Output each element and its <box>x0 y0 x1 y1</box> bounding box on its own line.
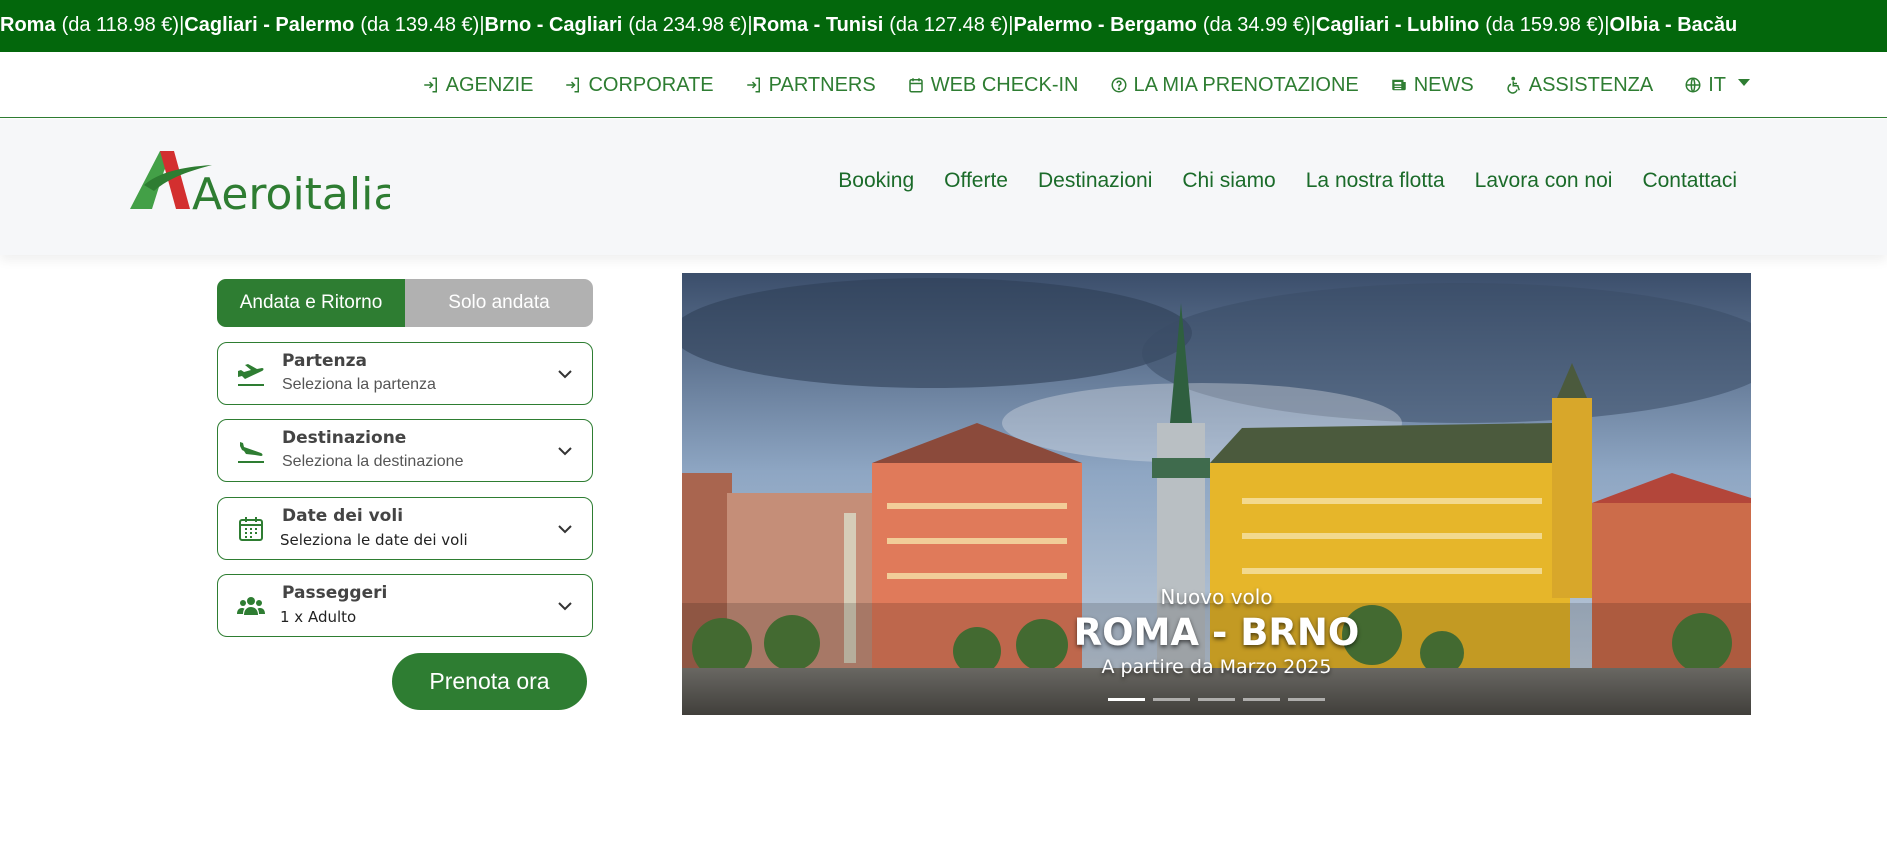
ticker-price: (da 127.48 €) <box>889 14 1009 36</box>
ticker-price: (da 34.99 €) <box>1202 14 1311 36</box>
ticker-route: Cagliari - Lublino <box>1315 14 1480 36</box>
ticker-item[interactable]: Cagliari - Palermo (da 139.48 €) <box>184 0 479 50</box>
carousel-dot[interactable] <box>1198 698 1235 701</box>
newspaper-icon <box>1391 79 1406 91</box>
language-selector[interactable]: IT <box>1684 74 1750 97</box>
topnav-partners[interactable]: PARTNERS <box>745 74 876 97</box>
ticker-item[interactable]: Palermo - Bergamo (da 34.99 €) <box>1013 0 1310 50</box>
trip-oneway-button[interactable]: Solo andata <box>405 279 593 327</box>
nav-contattaci[interactable]: Contattaci <box>1642 169 1737 193</box>
ticker-price: (da 159.98 €) <box>1485 14 1605 36</box>
passengers-label: Passeggeri <box>282 583 388 603</box>
topnav-agenzie[interactable]: AGENZIE <box>422 73 534 97</box>
destination-select[interactable]: Destinazione Seleziona la destinazione <box>217 419 593 482</box>
aeroitalia-logo[interactable]: Aeroitalia <box>130 147 400 220</box>
book-now-button[interactable]: Prenota ora <box>392 653 587 710</box>
topnav-my-booking[interactable]: LA MIA PRENOTAZIONE <box>1110 74 1359 97</box>
trip-round-button[interactable]: Andata e Ritorno <box>217 279 405 327</box>
ticker-item[interactable]: Roma (da 118.98 €) <box>0 0 179 50</box>
nav-offerte[interactable]: Offerte <box>944 169 1008 193</box>
nav-flotta[interactable]: La nostra flotta <box>1306 169 1445 193</box>
chevron-down-icon <box>558 370 572 379</box>
site-header: Aeroitalia Booking Offerte Destinazioni … <box>0 119 1887 255</box>
login-icon <box>423 77 437 93</box>
ticker-item[interactable]: Roma - Tunisi (da 127.48 €) <box>753 0 1009 50</box>
ticker-route: Cagliari - Palermo <box>184 14 355 36</box>
topnav-news[interactable]: NEWS <box>1390 74 1474 97</box>
ticker-route: Roma - Tunisi <box>752 14 884 36</box>
ticker-item[interactable]: Olbia - Bacău <box>1609 0 1737 50</box>
destination-label: Destinazione <box>282 428 407 448</box>
dates-value: Seleziona le date dei voli <box>280 531 468 549</box>
login-icon <box>566 77 580 93</box>
carousel-dot[interactable] <box>1243 698 1280 701</box>
topnav-web-checkin[interactable]: WEB CHECK-IN <box>907 74 1079 97</box>
hero-date: A partire da Marzo 2025 <box>1101 656 1332 678</box>
carousel-dot[interactable] <box>1108 698 1145 701</box>
departure-value: Seleziona la partenza <box>282 376 436 393</box>
ticker-price: (da 118.98 €) <box>61 14 180 36</box>
topnav-corporate-label: CORPORATE <box>588 73 714 96</box>
users-icon <box>237 597 265 615</box>
passengers-value: 1 x Adulto <box>280 608 357 626</box>
departure-label: Partenza <box>282 351 367 371</box>
hero-title: ROMA - BRNO <box>1073 611 1360 654</box>
chevron-down-icon <box>558 602 572 611</box>
topnav-news-label: NEWS <box>1413 73 1474 96</box>
caret-down-icon <box>1738 78 1750 86</box>
ticker-route: Palermo - Bergamo <box>1013 14 1197 36</box>
topnav-web-checkin-label: WEB CHECK-IN <box>930 73 1079 96</box>
question-circle-icon <box>1111 77 1126 93</box>
topnav-corporate[interactable]: CORPORATE <box>564 73 714 97</box>
ticker-item[interactable]: Cagliari - Lublino (da 159.98 €) <box>1316 0 1604 50</box>
route-ticker: Roma (da 118.98 €) | Cagliari - Palermo (da … <box>0 0 1887 52</box>
topnav-agenzie-label: AGENZIE <box>445 73 534 96</box>
chevron-down-icon <box>558 525 572 534</box>
globe-icon <box>1685 77 1701 93</box>
top-navigation: AGENZIE CORPORATE PARTNERS WEB CHECK-IN … <box>0 52 1887 118</box>
hero-subtitle: Nuovo volo <box>1160 585 1273 609</box>
nav-lavora-con-noi[interactable]: Lavora con noi <box>1475 169 1613 193</box>
hero-carousel[interactable]: Nuovo volo ROMA - BRNO A partire da Marz… <box>682 273 1751 715</box>
topnav-assistenza[interactable]: ASSISTENZA <box>1505 74 1653 97</box>
departure-select[interactable]: Partenza Seleziona la partenza <box>217 342 593 405</box>
ticker-item[interactable]: Brno - Cagliari (da 234.98 €) <box>485 0 748 50</box>
login-icon <box>746 77 760 93</box>
topnav-my-booking-label: LA MIA PRENOTAZIONE <box>1133 73 1359 96</box>
dates-select[interactable]: Date dei voli Seleziona le date dei voli <box>217 497 593 560</box>
wheelchair-icon <box>1507 76 1520 94</box>
ticker-route: Brno - Cagliari <box>484 14 623 36</box>
trip-type-toggle: Andata e Ritorno Solo andata <box>217 279 593 327</box>
chevron-down-icon <box>558 447 572 456</box>
ticker-price: (da 139.48 €) <box>360 14 480 36</box>
logo-text: Aeroitalia <box>192 169 390 217</box>
ticker-route: Roma <box>0 14 56 36</box>
main-navigation: Booking Offerte Destinazioni Chi siamo L… <box>808 119 1737 243</box>
passengers-select[interactable]: Passeggeri 1 x Adulto <box>217 574 593 637</box>
ticker-route: Olbia - Bacău <box>1609 14 1738 36</box>
carousel-dot[interactable] <box>1153 698 1190 701</box>
nav-booking[interactable]: Booking <box>838 169 914 193</box>
topnav-assistenza-label: ASSISTENZA <box>1528 73 1654 96</box>
carousel-indicators <box>1108 698 1333 701</box>
calendar-icon <box>239 517 263 541</box>
topnav-partners-label: PARTNERS <box>768 73 876 96</box>
nav-destinazioni[interactable]: Destinazioni <box>1038 169 1152 193</box>
plane-takeoff-icon <box>238 364 264 386</box>
dates-label: Date dei voli <box>282 506 404 526</box>
ticker-price: (da 234.98 €) <box>628 14 748 36</box>
ticker-track: Roma (da 118.98 €) | Cagliari - Palermo (da … <box>0 0 1737 50</box>
plane-landing-icon <box>238 442 264 463</box>
nav-chi-siamo[interactable]: Chi siamo <box>1182 169 1275 193</box>
calendar-icon <box>908 78 923 93</box>
carousel-dot[interactable] <box>1288 698 1325 701</box>
destination-value: Seleziona la destinazione <box>282 453 464 470</box>
language-label: IT <box>1708 73 1726 96</box>
